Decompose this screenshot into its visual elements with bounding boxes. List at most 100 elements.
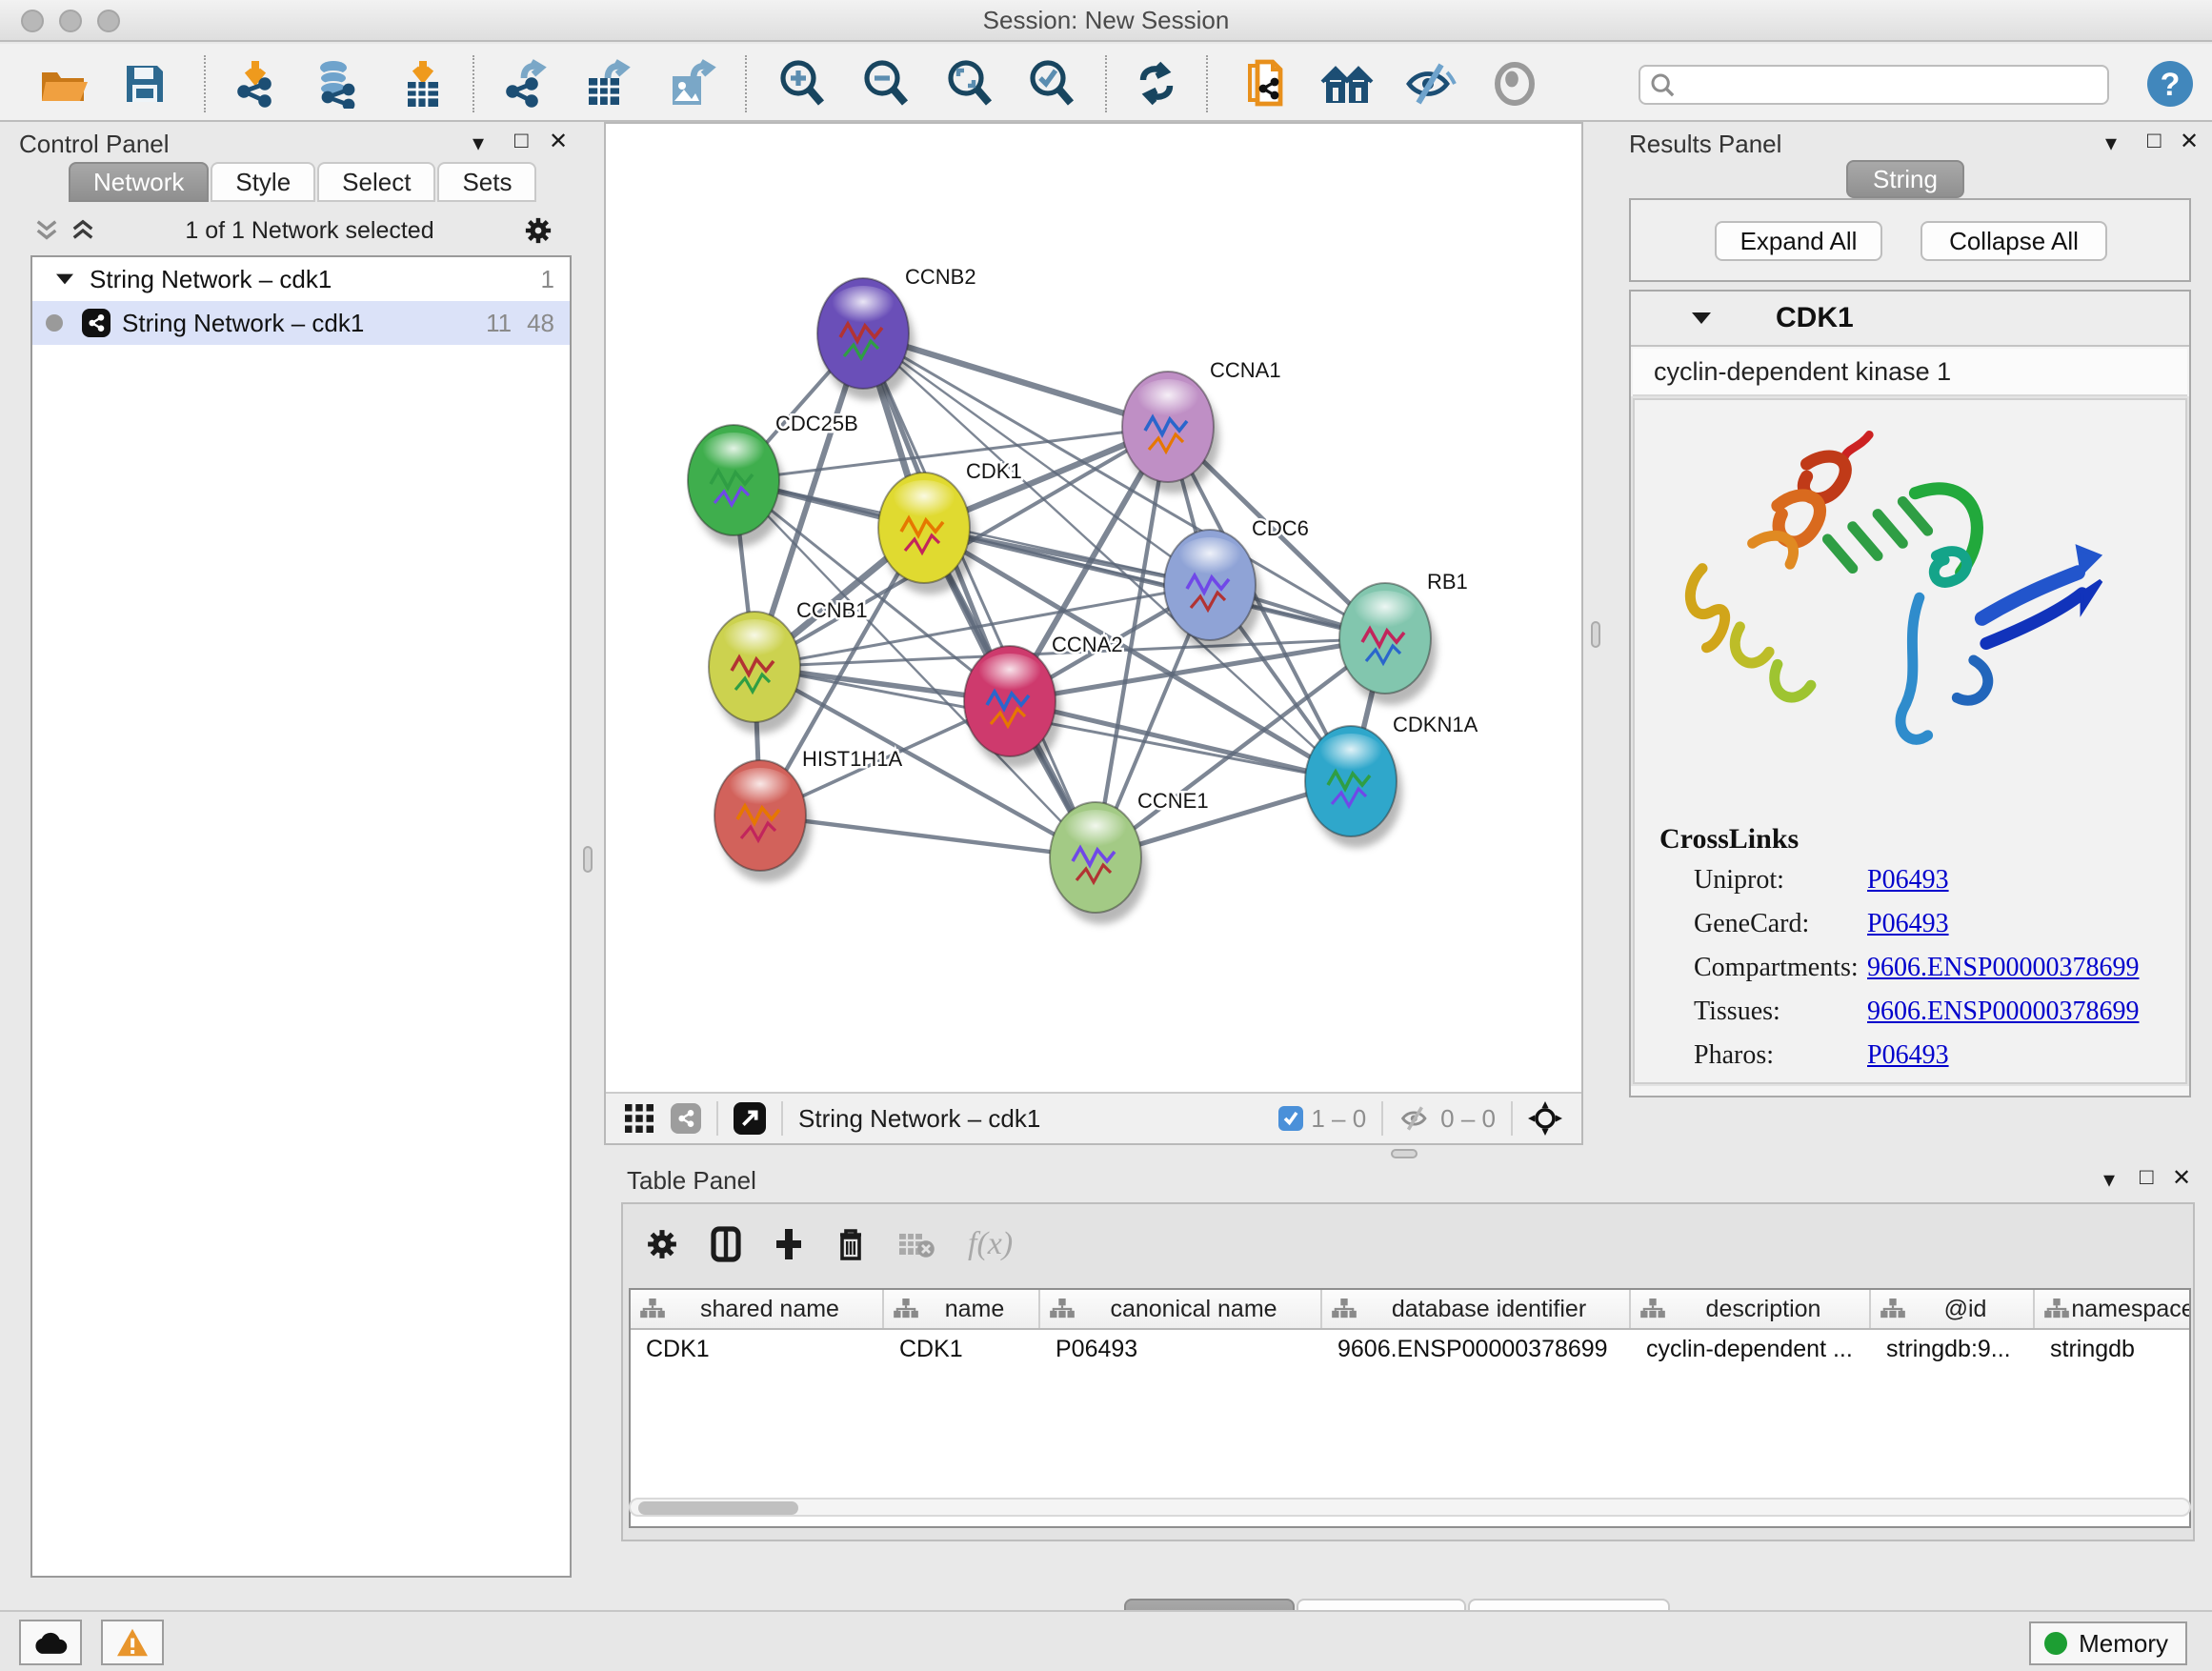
export-network-button[interactable] [493,53,558,114]
export-table-button[interactable] [575,53,640,114]
bottom-splitter-handle[interactable] [1391,1149,1418,1158]
right-splitter-handle[interactable] [1591,621,1600,648]
zoom-fit-button[interactable] [937,53,1002,114]
table-horizontal-scrollbar[interactable] [629,1498,2191,1517]
close-panel-icon[interactable]: ✕ [2180,128,2199,155]
maximize-panel-icon[interactable]: □ [2140,1164,2154,1191]
node-HIST1H1A[interactable]: HIST1H1A [714,747,902,882]
table-cell[interactable]: 9606.ENSP00000378699 [1322,1330,1631,1370]
gear-icon[interactable] [646,1228,678,1260]
collapse-all-icon[interactable] [34,218,59,243]
zoom-in-button[interactable] [770,53,835,114]
column-header-shared-name[interactable]: shared name [631,1290,884,1328]
zoom-selected-button[interactable] [1019,53,1084,114]
network-overview-icon[interactable] [671,1103,701,1134]
crosslink-link[interactable]: P06493 [1867,865,1949,896]
import-table-button[interactable] [391,53,455,114]
network-tree-header: 1 of 1 Network selected [23,210,560,252]
save-session-button[interactable] [112,53,177,114]
tab-sets[interactable]: Sets [437,162,536,202]
close-panel-icon[interactable]: ✕ [549,128,568,155]
collapse-all-button[interactable]: Collapse All [1920,221,2107,261]
crosslink-label: Uniprot: [1694,865,1784,896]
tab-network[interactable]: Network [69,162,209,202]
column-header-database-identifier[interactable]: database identifier [1322,1290,1631,1328]
node-CCNE1[interactable]: CCNE1 [1050,789,1209,924]
show-all-button[interactable] [1482,53,1547,114]
birds-eye-grid-icon[interactable] [625,1104,654,1133]
network-edge-count: 48 [527,309,554,338]
node-CDC6[interactable]: CDC6 [1164,516,1309,652]
crosslink-link[interactable]: 9606.ENSP00000378699 [1867,953,2139,983]
tab-select[interactable]: Select [317,162,435,202]
table-cell[interactable]: cyclin-dependent ... [1631,1330,1871,1370]
network-collection-row[interactable]: String Network – cdk1 1 [32,257,570,301]
crosslink-link[interactable]: P06493 [1867,909,1949,939]
network-tree: String Network – cdk1 1 String Network –… [30,255,572,1578]
import-network-file-button[interactable] [225,53,290,114]
hide-selected-button[interactable] [1398,53,1463,114]
export-image-button[interactable] [659,53,724,114]
scrollbar-thumb[interactable] [638,1501,798,1515]
detach-view-icon[interactable] [734,1102,766,1135]
table-panel-title: Table Panel [627,1166,756,1196]
edge-CCNB2-CCNE1[interactable] [863,333,1096,857]
toolbar-separator [781,1101,783,1136]
table-cell[interactable]: CDK1 [631,1330,884,1370]
node-CDKN1A[interactable]: CDKN1A [1305,713,1478,848]
open-session-button[interactable] [30,53,95,114]
tab-string[interactable]: String [1846,160,1964,198]
expand-all-button[interactable]: Expand All [1715,221,1882,261]
maximize-panel-icon[interactable]: □ [2147,128,2162,154]
table-row[interactable]: CDK1CDK1P064939606.ENSP00000378699cyclin… [631,1330,2189,1370]
column-header-name[interactable]: name [884,1290,1040,1328]
crosslink-label: Compartments: [1694,953,1859,983]
float-panel-icon[interactable]: ▾ [473,130,484,157]
close-panel-icon[interactable]: ✕ [2172,1164,2191,1192]
float-panel-icon[interactable]: ▾ [2103,1166,2115,1194]
search-input[interactable] [1675,71,2107,98]
delete-column-icon[interactable] [836,1227,865,1261]
memory-button[interactable]: Memory [2029,1621,2187,1665]
table-cell[interactable]: P06493 [1040,1330,1322,1370]
hidden-eye-slash-icon[interactable] [1398,1105,1433,1132]
duplicate-network-button[interactable] [1235,53,1299,114]
crosslink-link[interactable]: 9606.ENSP00000378699 [1867,997,2139,1027]
tab-style[interactable]: Style [211,162,315,202]
collapse-section-icon[interactable] [1692,312,1711,324]
gene-section-header[interactable]: CDK1 [1631,292,2189,347]
zoom-out-button[interactable] [854,53,918,114]
network-view[interactable]: CCNB2CCNA1CDC25BCDK1CDC6RB1CCNB1CCNA2CDK… [604,122,1583,1145]
column-header-canonical-name[interactable]: canonical name [1040,1290,1322,1328]
search-field[interactable] [1639,65,2109,105]
gear-icon[interactable] [524,216,553,245]
help-button[interactable]: ? [2138,53,2202,114]
crosshair-move-icon[interactable] [1528,1101,1562,1136]
node-CCNB2[interactable]: CCNB2 [817,265,976,400]
selected-checkbox-icon[interactable] [1278,1106,1303,1131]
collection-expand-icon[interactable] [56,274,73,285]
node-CDC25B[interactable]: CDC25B [688,412,858,547]
node-CCNA1[interactable]: CCNA1 [1122,358,1281,493]
column-header-id[interactable]: @id [1871,1290,2035,1328]
add-row-icon[interactable] [774,1227,804,1261]
table-cell[interactable]: stringdb:9... [1871,1330,2035,1370]
maximize-panel-icon[interactable]: □ [514,128,529,154]
warnings-button[interactable] [101,1620,164,1665]
column-header-namespace[interactable]: namespace [2035,1290,2191,1328]
node-RB1[interactable]: RB1 [1339,570,1468,705]
import-network-database-button[interactable] [305,53,370,114]
crosslink-link[interactable]: P06493 [1867,1040,1949,1071]
table-cell[interactable]: stringdb [2035,1330,2191,1370]
table-cell[interactable]: CDK1 [884,1330,1040,1370]
float-panel-icon[interactable]: ▾ [2105,130,2117,157]
home-button[interactable] [1315,53,1379,114]
add-column-icon[interactable] [711,1226,741,1262]
column-header-description[interactable]: description [1631,1290,1871,1328]
refresh-button[interactable] [1124,53,1189,114]
network-graph[interactable]: CCNB2CCNA1CDC25BCDK1CDC6RB1CCNB1CCNA2CDK… [606,124,1581,1092]
network-row[interactable]: String Network – cdk1 11 48 [32,301,570,345]
expand-all-icon[interactable] [70,218,95,243]
left-splitter-handle[interactable] [583,846,593,873]
cloud-status-button[interactable] [19,1620,82,1665]
